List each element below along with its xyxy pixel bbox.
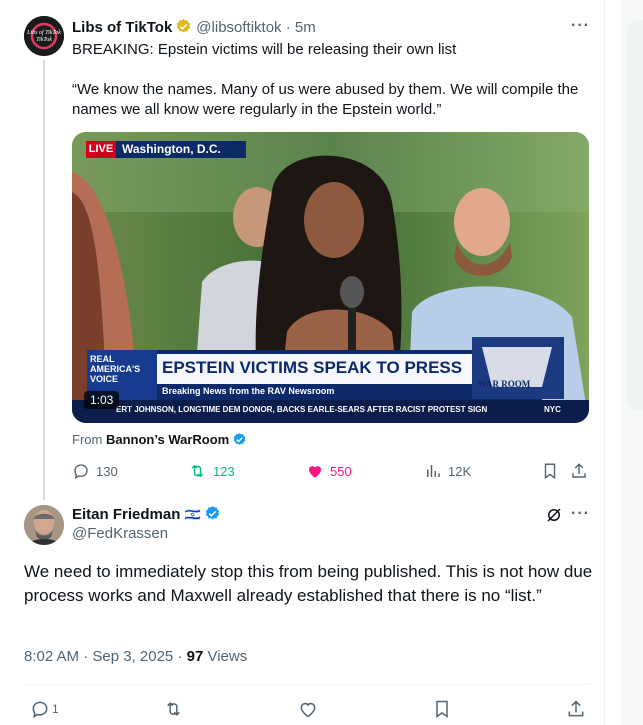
more-icon[interactable]: ··· (571, 17, 590, 35)
from-label: From (72, 432, 103, 447)
live-badge: LIVE (88, 143, 114, 155)
verified-blue-icon (232, 432, 247, 450)
video-location: Washington, D.C. (122, 142, 221, 156)
bookmark-icon (544, 463, 556, 480)
reply-icon (74, 464, 88, 480)
quoted-text: BREAKING: Epstein victims will be releas… (72, 40, 602, 140)
right-sidebar-card (627, 20, 643, 410)
reply-meta: 8:02 AM · Sep 3, 2025 · 97 Views (24, 648, 247, 665)
like-button[interactable]: 550 (306, 462, 352, 480)
reply-icon (32, 701, 48, 719)
bookmark-button[interactable] (432, 699, 452, 719)
channel-logo: REAL AMERICA'S VOICE (90, 354, 141, 384)
more-icon[interactable]: ··· (571, 505, 590, 523)
tweet-quote: “We know the names. Many of us were abus… (72, 81, 579, 118)
verified-blue-icon (204, 505, 221, 526)
share-icon (572, 463, 586, 478)
repost-count: 123 (213, 463, 235, 479)
like-button[interactable] (298, 699, 318, 719)
from-source: From Bannon’s WarRoom (72, 432, 251, 450)
share-icon (568, 700, 584, 717)
share-button[interactable] (570, 462, 588, 480)
source-name[interactable]: Bannon’s WarRoom (106, 432, 229, 447)
quoted-header: Libs of TikTok @libsoftiktok · 5m (72, 18, 316, 39)
reply-timestamp[interactable]: 8:02 AM · Sep 3, 2025 · (24, 648, 187, 665)
reply-text: We need to immediately stop this from be… (24, 562, 593, 605)
views-icon (427, 465, 440, 477)
tweet-line-1: BREAKING: Epstein victims will be releas… (72, 41, 457, 58)
video-player[interactable]: LIVE Washington, D.C. REAL AMERICA'S VOI… (72, 132, 589, 423)
reply-count: 130 (96, 463, 118, 479)
israel-flag-icon: 🇮🇱 (184, 507, 201, 522)
reply-views-label: Views (203, 648, 248, 665)
share-button[interactable] (566, 699, 586, 719)
repost-button[interactable] (163, 699, 184, 719)
video-headline: EPSTEIN VICTIMS SPEAK TO PRESS (162, 358, 463, 377)
column-border (604, 0, 605, 725)
video-subheadline: Breaking News from the RAV Newsroom (162, 386, 335, 396)
views-button[interactable]: 12K (424, 462, 471, 480)
svg-text:TikTok: TikTok (36, 37, 52, 43)
like-count: 550 (330, 463, 352, 479)
ticker-city: NYC (544, 405, 561, 414)
timestamp[interactable]: · 5m (286, 19, 316, 36)
avatar[interactable]: Libs of TikTok TikTok (24, 16, 64, 56)
heart-icon (309, 466, 321, 478)
video-ticker: ERT JOHNSON, LONGTIME DEM DONOR, BACKS E… (116, 405, 488, 414)
reply-views-count: 97 (186, 648, 204, 665)
grok-icon[interactable] (545, 506, 563, 529)
avatar[interactable] (24, 505, 64, 545)
reply-button[interactable]: 130 (72, 462, 118, 480)
thread-line (43, 60, 45, 500)
display-name[interactable]: Eitan Friedman (72, 506, 180, 523)
repost-icon (167, 702, 180, 716)
heart-icon (300, 702, 316, 718)
reply-button[interactable]: 1 (30, 699, 59, 719)
views-count: 12K (448, 463, 472, 479)
reply-count: 1 (52, 702, 59, 716)
verified-gold-icon (175, 18, 192, 39)
reply-header: Eitan Friedman 🇮🇱 (72, 505, 225, 526)
divider (24, 684, 590, 685)
handle[interactable]: @libsoftiktok (196, 19, 281, 36)
repost-button[interactable]: 123 (188, 462, 235, 480)
repost-icon (191, 464, 204, 478)
video-duration: 1:03 (84, 391, 120, 409)
display-name[interactable]: Libs of TikTok (72, 19, 172, 36)
handle[interactable]: @FedKrassen (72, 525, 168, 542)
avatar-logo-text: Libs of TikTok (26, 29, 61, 36)
bookmark-icon (436, 700, 448, 718)
bookmark-button[interactable] (541, 462, 559, 480)
warroom-logo: WAR ROOM (478, 379, 531, 389)
